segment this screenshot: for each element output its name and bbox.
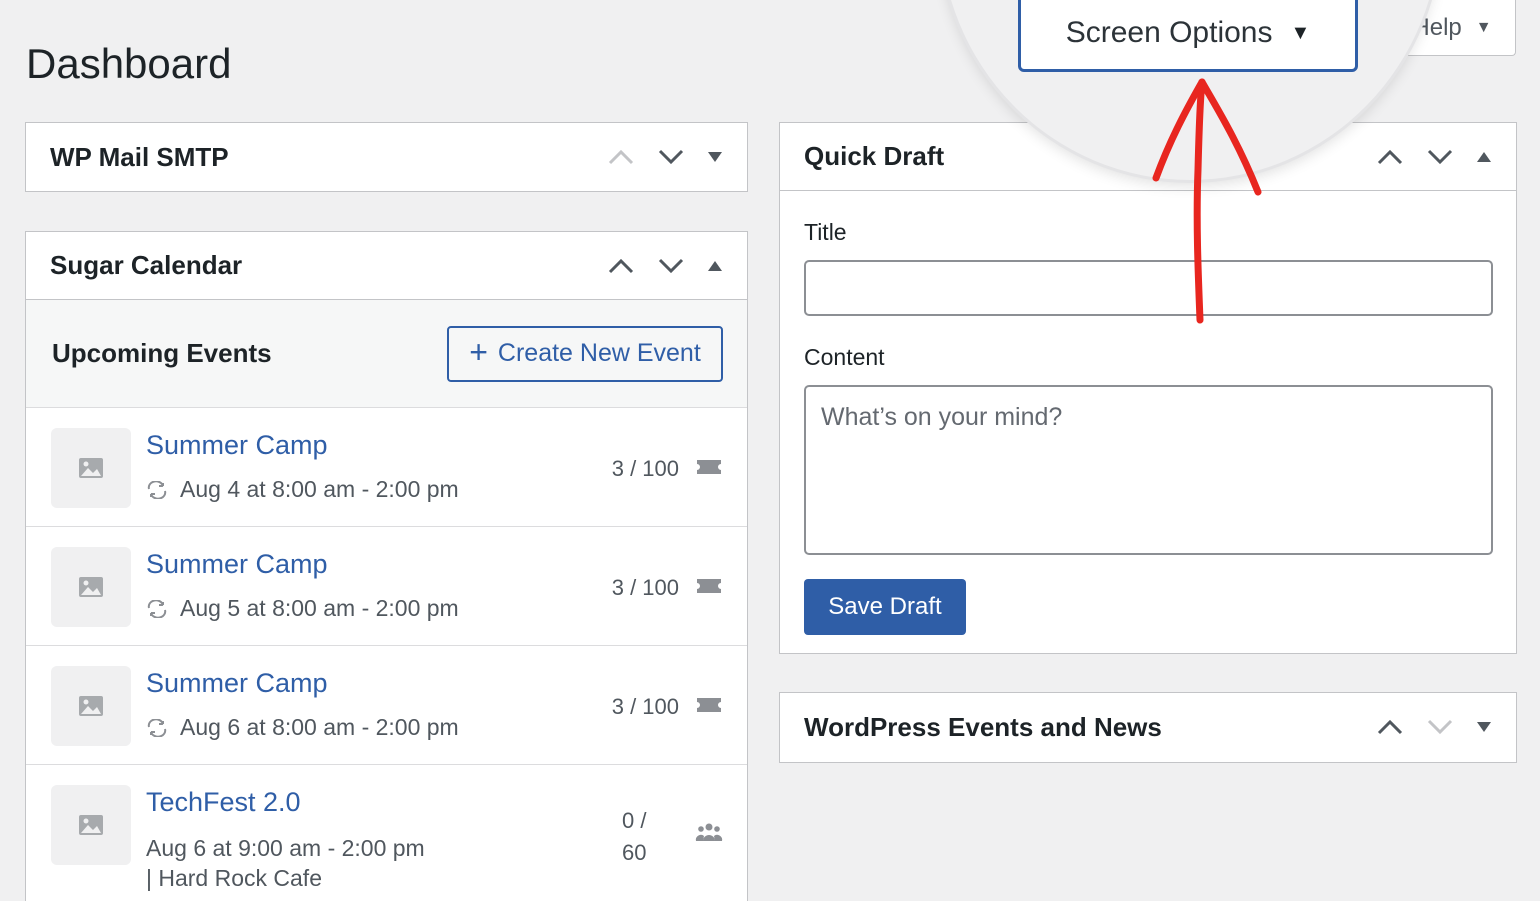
- recurring-icon: [147, 718, 167, 737]
- attendee-count-bottom: 60: [622, 840, 647, 865]
- recurring-icon: [147, 599, 167, 618]
- ticket-icon: [695, 696, 723, 719]
- event-row: TechFest 2.0 Aug 6 at 9:00 am - 2:00 pm …: [26, 765, 747, 901]
- toggle-panel-down-icon[interactable]: [707, 152, 723, 162]
- widget-header: Sugar Calendar: [26, 232, 747, 300]
- people-icon: [695, 821, 723, 848]
- event-title-link[interactable]: Summer Camp: [146, 430, 328, 461]
- widget-title: Quick Draft: [804, 141, 945, 171]
- ticket-count: 3 / 100: [611, 694, 679, 719]
- event-row: Summer Camp Aug 4 at 8:00 am - 2:00 pm 3…: [26, 408, 747, 527]
- image-placeholder-icon: [51, 547, 131, 627]
- move-up-icon[interactable]: [607, 143, 635, 171]
- event-title-link[interactable]: Summer Camp: [146, 549, 328, 580]
- recurring-icon: [147, 480, 167, 499]
- image-placeholder-icon: [51, 785, 131, 865]
- screen-options-label: Screen Options: [1065, 16, 1273, 49]
- save-draft-button[interactable]: Save Draft: [804, 579, 966, 635]
- event-date: Aug 4 at 8:00 am - 2:00 pm: [146, 476, 459, 503]
- image-placeholder-icon: [51, 666, 131, 746]
- create-new-event-label: Create New Event: [497, 339, 701, 367]
- event-date: Aug 6 at 9:00 am - 2:00 pm | Hard Rock C…: [146, 833, 425, 893]
- widget-header: WordPress Events and News: [780, 693, 1516, 761]
- event-title-link[interactable]: TechFest 2.0: [146, 787, 301, 818]
- widget-title: WP Mail SMTP: [50, 141, 229, 172]
- event-location: | Hard Rock Cafe: [146, 865, 322, 891]
- event-date-text: Aug 6 at 8:00 am - 2:00 pm: [180, 714, 459, 740]
- sugar-calendar-widget: Sugar Calendar Upcoming Events + Create …: [25, 231, 748, 901]
- move-up-icon[interactable]: [607, 252, 635, 280]
- screen-options-button[interactable]: Screen Options ▼: [1018, 0, 1358, 72]
- event-row: Summer Camp Aug 6 at 8:00 am - 2:00 pm 3…: [26, 646, 747, 765]
- annotation-arrow-icon: [1152, 78, 1262, 324]
- toggle-panel-down-icon[interactable]: [1476, 722, 1492, 732]
- caret-down-icon: ▼: [1290, 21, 1311, 44]
- wp-mail-smtp-widget: WP Mail SMTP: [25, 122, 748, 192]
- ticket-count: 3 / 100: [611, 575, 679, 600]
- widget-header: WP Mail SMTP: [26, 123, 747, 191]
- upcoming-events-label: Upcoming Events: [52, 338, 272, 368]
- attendee-count: 0 / 60: [622, 805, 646, 869]
- event-date: Aug 6 at 8:00 am - 2:00 pm: [146, 714, 459, 741]
- event-date-text: Aug 4 at 8:00 am - 2:00 pm: [180, 476, 459, 502]
- content-textarea[interactable]: What’s on your mind?: [804, 385, 1493, 555]
- event-title-link[interactable]: Summer Camp: [146, 668, 328, 699]
- event-row: Summer Camp Aug 5 at 8:00 am - 2:00 pm 3…: [26, 527, 747, 646]
- event-date-text: Aug 6 at 9:00 am - 2:00 pm: [146, 835, 425, 861]
- handle-actions: [607, 143, 723, 171]
- move-down-icon[interactable]: [657, 252, 685, 280]
- event-date-text: Aug 5 at 8:00 am - 2:00 pm: [180, 595, 459, 621]
- page-title: Dashboard: [26, 40, 232, 87]
- move-up-icon[interactable]: [1376, 713, 1404, 741]
- toggle-panel-up-icon[interactable]: [707, 260, 723, 271]
- plus-icon: +: [469, 334, 488, 370]
- ticket-count: 3 / 100: [611, 456, 679, 481]
- ticket-icon: [695, 577, 723, 600]
- move-down-icon[interactable]: [1426, 143, 1454, 171]
- move-up-icon[interactable]: [1376, 143, 1404, 171]
- content-label: Content: [804, 344, 885, 370]
- ticket-icon: [695, 458, 723, 481]
- event-date: Aug 5 at 8:00 am - 2:00 pm: [146, 595, 459, 622]
- widget-title: Sugar Calendar: [50, 250, 243, 280]
- attendee-count-top: 0 /: [622, 808, 647, 833]
- move-down-icon[interactable]: [1426, 713, 1454, 741]
- wordpress-events-news-widget: WordPress Events and News: [779, 692, 1517, 763]
- handle-actions: [1376, 713, 1492, 741]
- toggle-panel-up-icon[interactable]: [1476, 151, 1492, 162]
- caret-down-icon: ▼: [1475, 18, 1492, 36]
- widget-title: WordPress Events and News: [804, 711, 1162, 742]
- upcoming-events-header: Upcoming Events + Create New Event: [26, 300, 747, 408]
- create-new-event-button[interactable]: + Create New Event: [447, 325, 723, 382]
- move-down-icon[interactable]: [657, 143, 685, 171]
- handle-actions: [607, 252, 723, 280]
- image-placeholder-icon: [51, 428, 131, 508]
- handle-actions: [1376, 143, 1492, 171]
